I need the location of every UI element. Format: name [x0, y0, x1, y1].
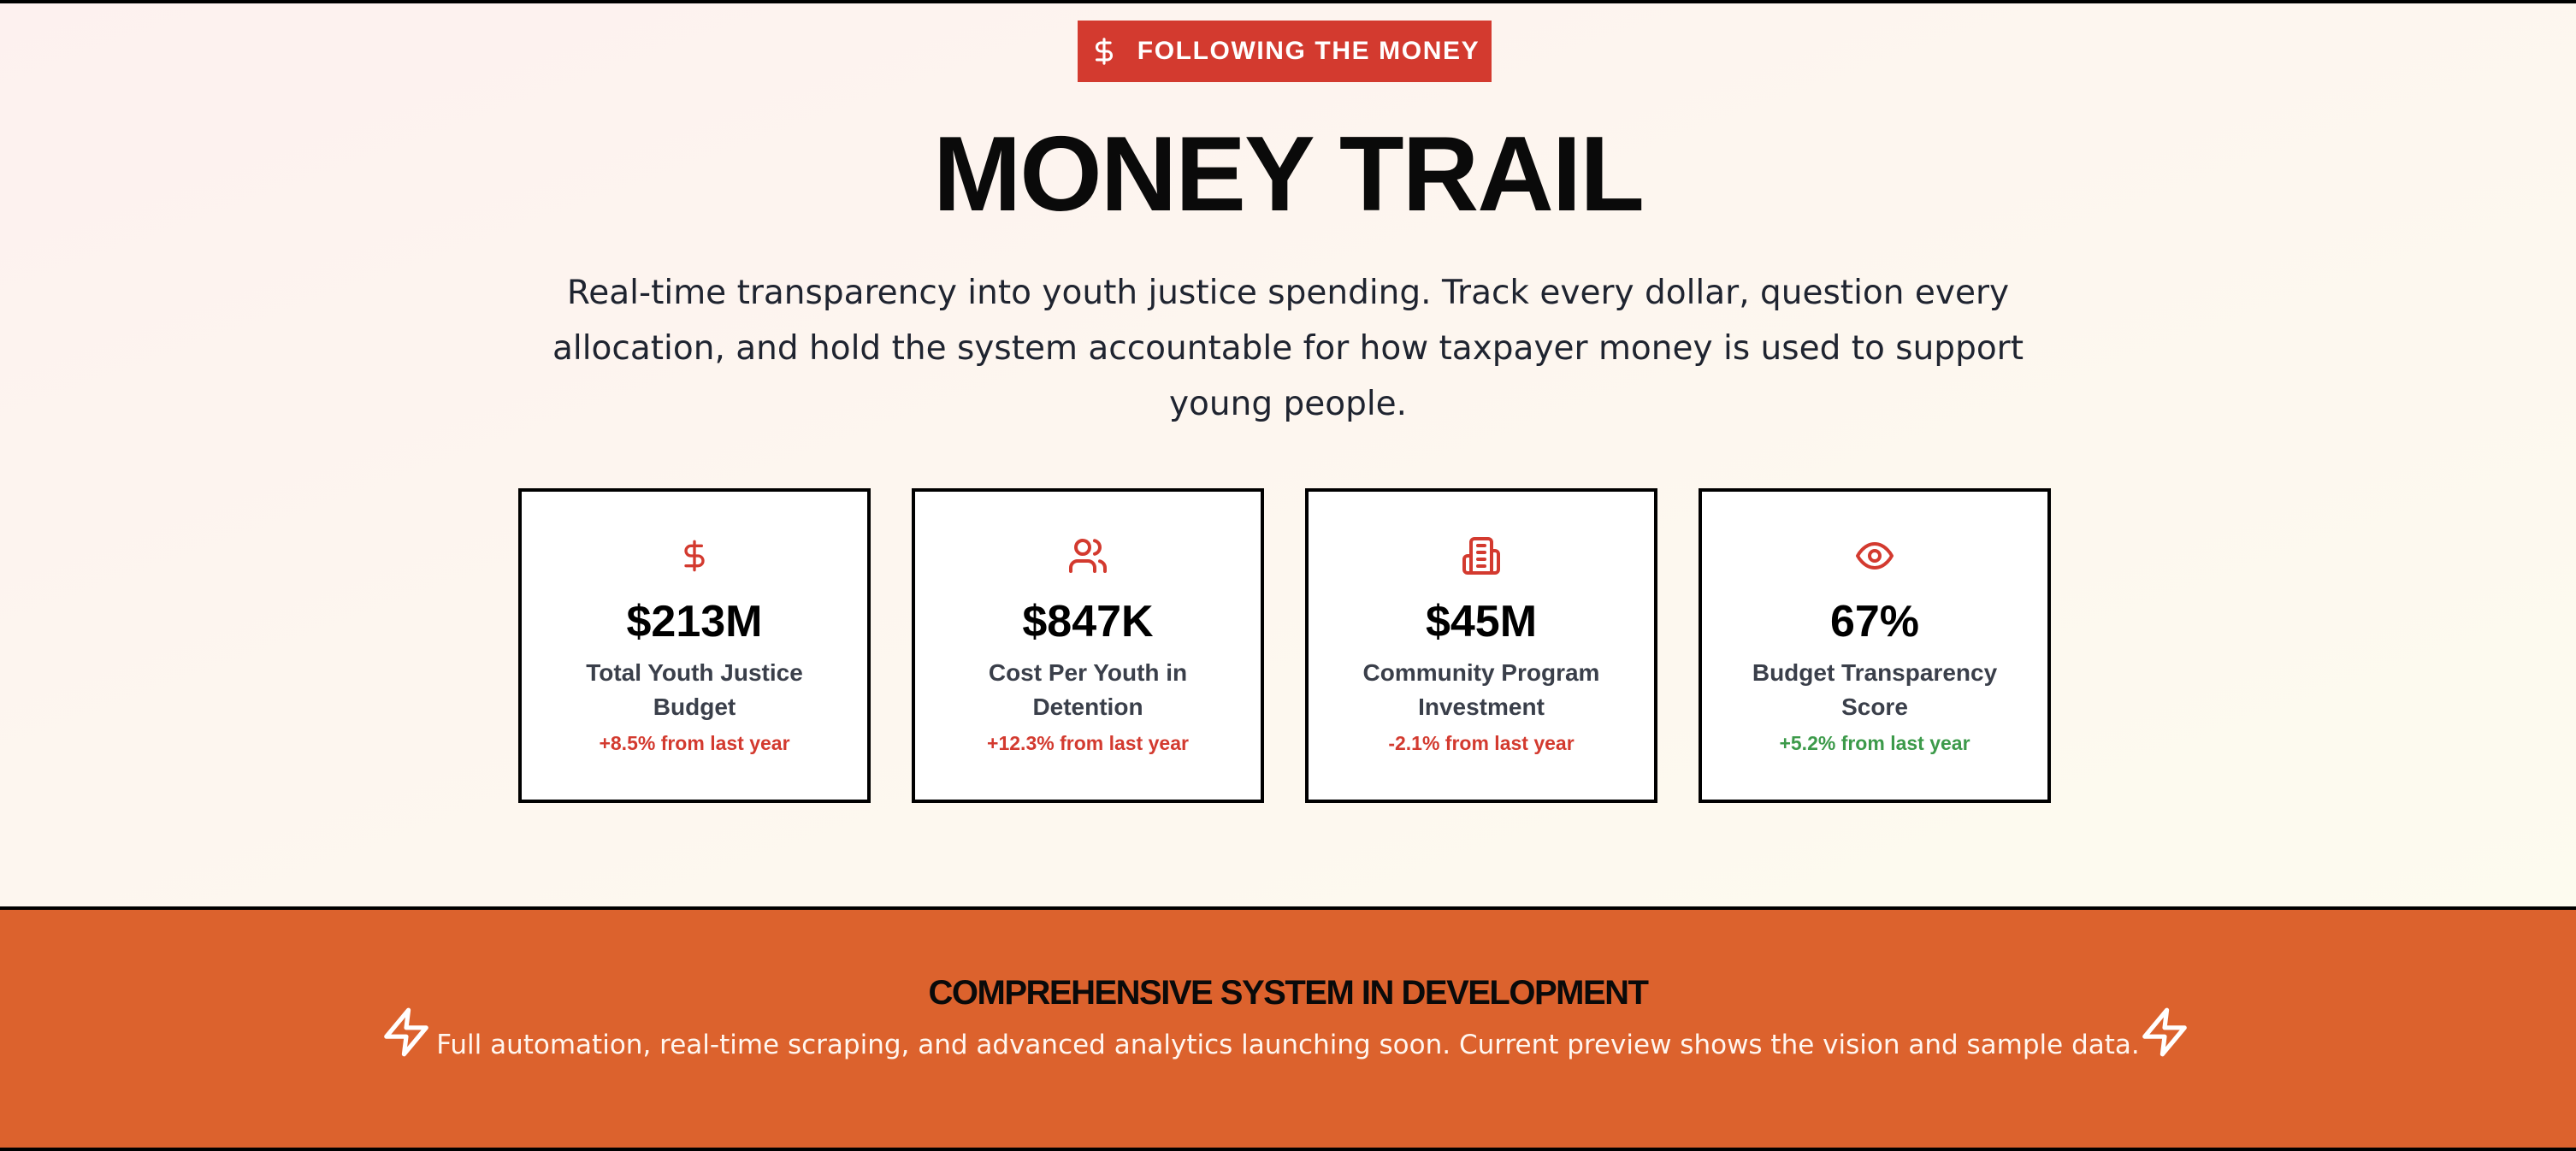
stat-change: +12.3% from last year: [987, 732, 1189, 754]
stat-change: +5.2% from last year: [1779, 732, 1970, 754]
stat-card-total-budget: $213M Total Youth Justice Budget +8.5% f…: [518, 488, 871, 803]
badge-label: FOLLOWING THE MONEY: [1137, 37, 1480, 65]
hero-description: Real-time transparency into youth justic…: [552, 274, 2024, 423]
stat-card-community-investment: $45M Community Program Investment -2.1% …: [1305, 488, 1657, 803]
stat-value: $847K: [1022, 597, 1154, 646]
stat-change: +8.5% from last year: [599, 732, 790, 754]
stat-label: Total Youth Justice Budget: [586, 659, 803, 720]
building-icon: [1461, 534, 1502, 577]
stat-label: Cost Per Youth in Detention: [988, 659, 1188, 720]
hero-section: FOLLOWING THE MONEY MONEY TRAIL Real-tim…: [0, 0, 2576, 910]
page-title: MONEY TRAIL: [933, 115, 1645, 233]
dollar-icon: [674, 534, 715, 577]
stat-card-cost-per-youth: $847K Cost Per Youth in Detention +12.3%…: [912, 488, 1264, 803]
stat-change: -2.1% from last year: [1388, 732, 1575, 754]
stats-grid: $213M Total Youth Justice Budget +8.5% f…: [518, 488, 2053, 803]
stat-value: 67%: [1829, 597, 1920, 646]
following-money-badge: FOLLOWING THE MONEY: [1078, 21, 1492, 82]
dollar-icon: [1090, 34, 1119, 68]
stat-card-transparency-score: 67% Budget Transparency Score +5.2% from…: [1699, 488, 2051, 803]
stat-value: $45M: [1425, 597, 1538, 646]
lightning-icon: [2138, 1004, 2191, 1060]
users-icon: [1067, 534, 1108, 577]
stat-value: $213M: [626, 597, 763, 646]
eye-icon: [1854, 534, 1895, 577]
stat-label: Budget Transparency Score: [1752, 659, 1998, 720]
stat-label: Community Program Investment: [1362, 659, 1600, 720]
page: FOLLOWING THE MONEY MONEY TRAIL Real-tim…: [0, 0, 2576, 1151]
development-banner: COMPREHENSIVE SYSTEM IN DEVELOPMENT Full…: [0, 910, 2576, 1151]
